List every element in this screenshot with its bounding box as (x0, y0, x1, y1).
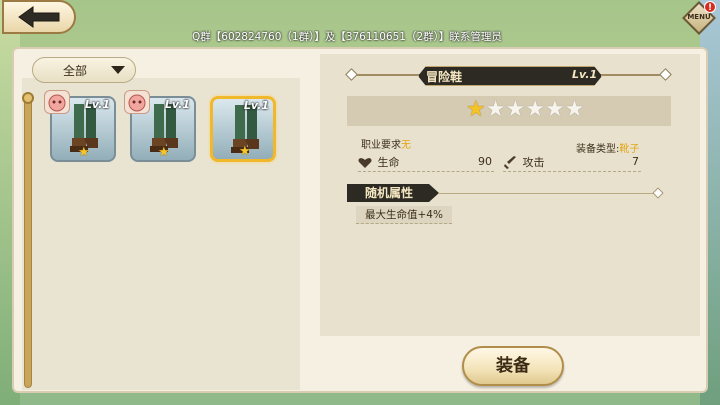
item-star: ★ (158, 145, 170, 160)
star-empty-icon: ★ (505, 97, 526, 122)
equipment-type: 装备类型:靴子 (576, 140, 639, 155)
stat-attack-label: 攻击 (522, 156, 545, 169)
item-star: ★ (78, 145, 90, 160)
heart-icon (358, 158, 372, 168)
stat-hp-label: 生命 (377, 156, 400, 169)
stat-hp-value: 90 (478, 155, 492, 168)
random-attr-header: 随机属性 (347, 184, 439, 202)
back-button[interactable] (2, 0, 76, 34)
inventory-item-selected[interactable]: Lv.1 ★ (210, 96, 276, 162)
inventory-item[interactable]: Lv.1 ★ (124, 90, 196, 162)
random-attr-divider (438, 193, 660, 194)
requirement-label: 职业要求 (361, 140, 401, 151)
item-star: ★ (239, 144, 251, 159)
item-level: Lv.1 (243, 99, 269, 112)
class-requirement: 职业要求无 (361, 136, 411, 151)
item-level: Lv.1 (164, 98, 190, 111)
filter-label: 全部 (63, 63, 88, 78)
star-rating: ★ ★ ★ ★ ★ ★ (466, 98, 584, 122)
sword-icon (504, 156, 516, 169)
announcement-marquee: Q群【602824760（1群）】及【376110651（2群）】联系管理员 (192, 31, 502, 43)
equip-button[interactable]: 装备 (462, 346, 564, 386)
item-level: Lv.1 (84, 98, 110, 111)
star-filled-icon: ★ (466, 97, 486, 122)
stat-hp: 生命 90 (358, 154, 494, 172)
notification-badge: ! (704, 1, 716, 13)
item-name: 冒险鞋 (426, 70, 463, 84)
scrollbar-knob[interactable] (22, 92, 34, 104)
back-arrow-icon (18, 6, 60, 28)
menu-label: MENU (687, 13, 711, 21)
inventory-item[interactable]: Lv.1 ★ (44, 90, 116, 162)
stat-attack-value: 7 (632, 155, 639, 168)
requirement-value: 无 (401, 140, 411, 151)
star-empty-icon: ★ (485, 97, 506, 122)
star-empty-icon: ★ (525, 97, 545, 122)
random-attr-item: 最大生命值+4% (356, 206, 452, 224)
menu-button[interactable]: MENU ! (682, 1, 716, 35)
inventory-scrollbar[interactable] (24, 92, 32, 388)
filter-dropdown[interactable]: 全部 (32, 57, 136, 83)
star-empty-icon: ★ (544, 97, 565, 122)
item-detail-level: Lv.1 (572, 68, 598, 81)
star-empty-icon: ★ (564, 97, 585, 122)
stat-attack: 攻击 7 (503, 154, 641, 172)
dropdown-triangle-icon (111, 66, 125, 74)
